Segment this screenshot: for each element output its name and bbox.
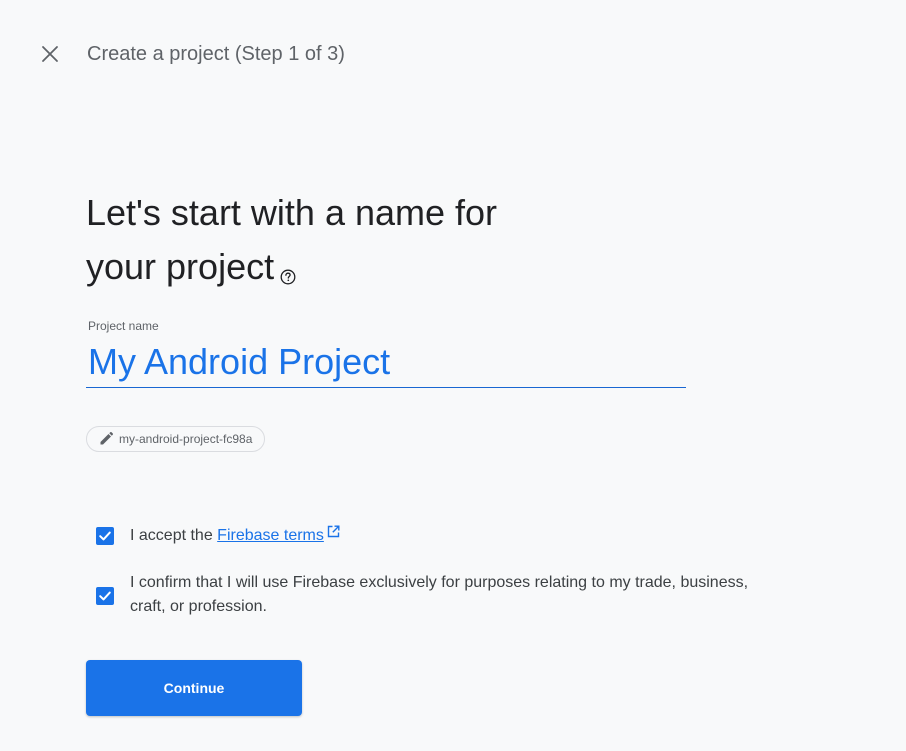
terms-checkbox-row: I accept the Firebase terms bbox=[96, 524, 340, 548]
help-circle-icon[interactable] bbox=[280, 246, 296, 300]
close-icon bbox=[42, 46, 58, 62]
page-title: Create a project (Step 1 of 3) bbox=[87, 43, 345, 65]
heading: Let's start with a name for your project bbox=[86, 186, 606, 300]
close-button[interactable] bbox=[34, 38, 66, 70]
firebase-terms-link[interactable]: Firebase terms bbox=[217, 527, 324, 544]
confirm-checkbox-row: I confirm that I will use Firebase exclu… bbox=[96, 571, 796, 619]
confirm-label: I confirm that I will use Firebase exclu… bbox=[130, 574, 749, 615]
project-id-text: my-android-project-fc98a bbox=[119, 432, 253, 446]
terms-label: I accept the Firebase terms bbox=[130, 524, 340, 548]
terms-checkbox[interactable] bbox=[96, 527, 114, 545]
project-name-label: Project name bbox=[88, 319, 159, 333]
open-in-new-icon[interactable] bbox=[327, 522, 340, 546]
project-id-chip[interactable]: my-android-project-fc98a bbox=[86, 426, 266, 452]
check-icon bbox=[99, 591, 111, 601]
project-name-input[interactable] bbox=[86, 336, 686, 388]
heading-line-2: your project bbox=[86, 246, 275, 287]
pencil-icon bbox=[100, 432, 113, 445]
terms-prefix: I accept the bbox=[130, 527, 218, 544]
continue-button[interactable]: Continue bbox=[86, 660, 302, 716]
heading-line-1: Let's start with a name for bbox=[86, 192, 498, 233]
confirm-checkbox[interactable] bbox=[96, 587, 114, 605]
check-icon bbox=[99, 531, 111, 541]
